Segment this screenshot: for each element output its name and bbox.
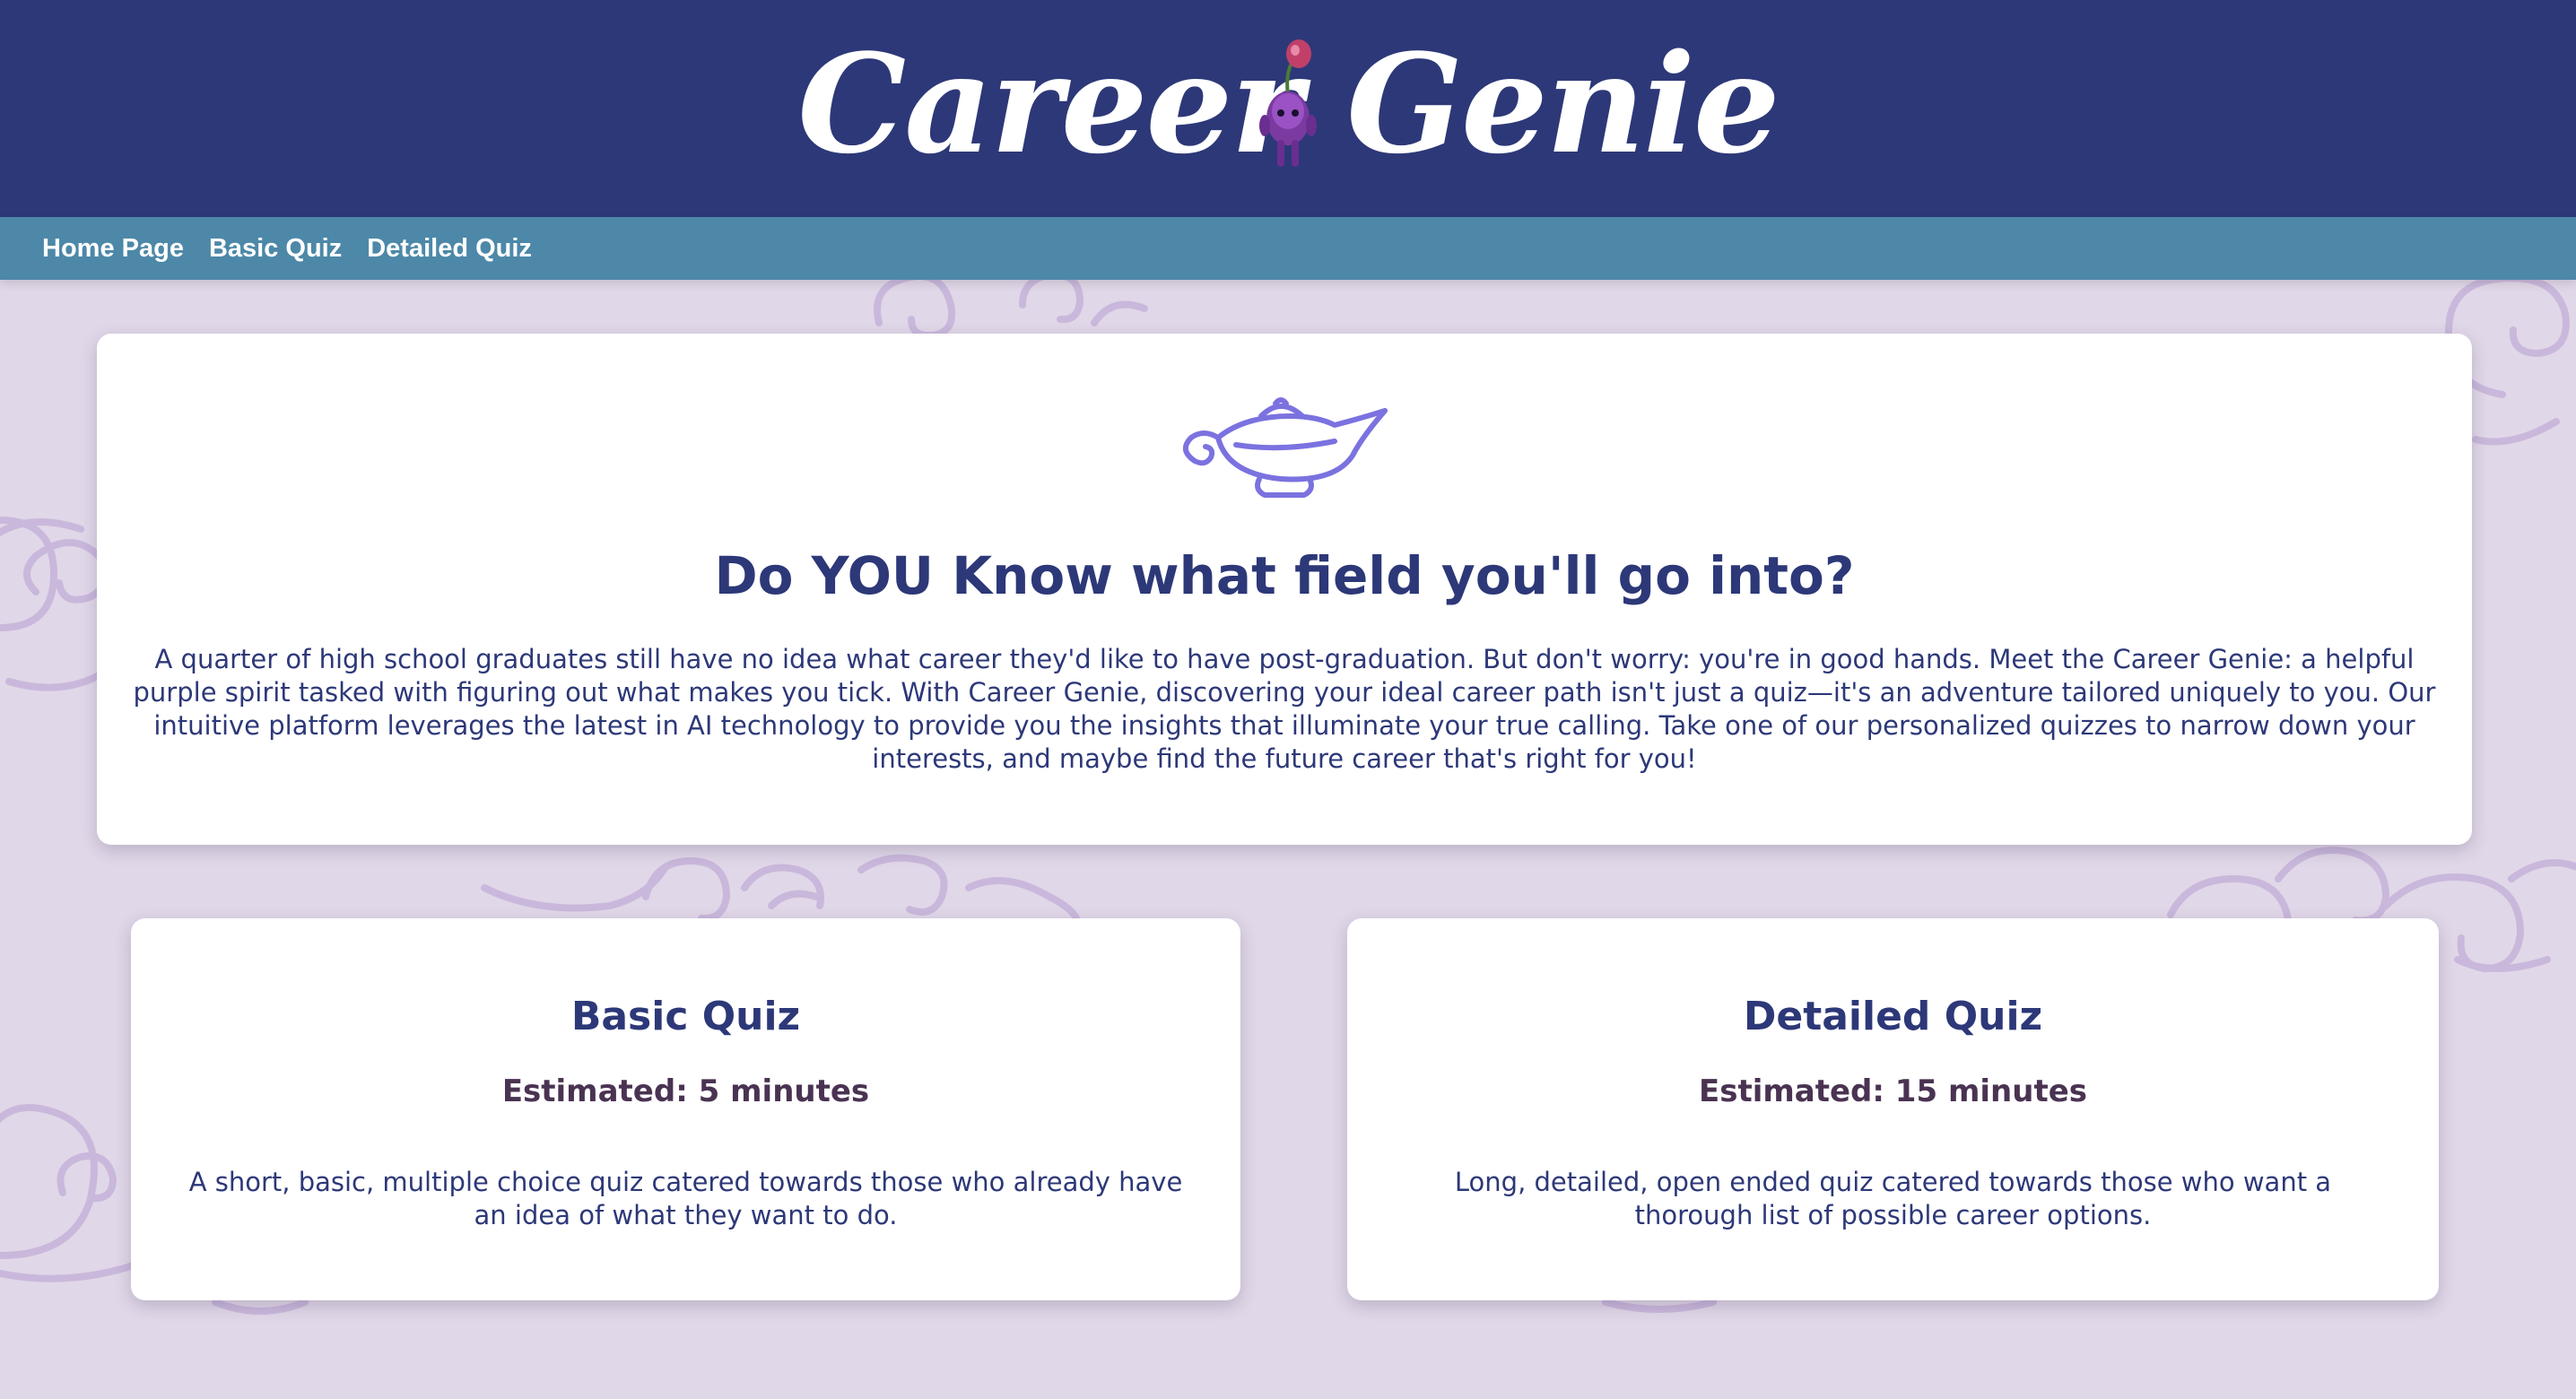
site-header: Career Genie xyxy=(0,0,2576,217)
basic-quiz-description: A short, basic, multiple choice quiz cat… xyxy=(188,1167,1183,1230)
main-nav: Home Page Basic Quiz Detailed Quiz xyxy=(0,217,2576,280)
hero-title: Do YOU Know what field you'll go into? xyxy=(714,545,1855,606)
hero-description: A quarter of high school graduates still… xyxy=(133,644,2436,774)
basic-quiz-time: Estimated: 5 minutes xyxy=(501,1073,870,1109)
nav-item-home[interactable]: Home Page xyxy=(42,234,184,264)
detailed-quiz-description: Long, detailed, open ended quiz catered … xyxy=(1454,1167,2332,1230)
detailed-quiz-time: Estimated: 15 minutes xyxy=(1698,1073,2088,1109)
site-logo[interactable]: Career Genie xyxy=(0,0,2576,217)
basic-quiz-title: Basic Quiz xyxy=(570,994,801,1039)
nav-item-detailed-quiz[interactable]: Detailed Quiz xyxy=(367,234,532,264)
nav-item-basic-quiz[interactable]: Basic Quiz xyxy=(209,234,342,264)
genie-mascot-icon xyxy=(1259,39,1317,167)
genie-lamp-icon xyxy=(1183,397,1388,498)
basic-quiz-card[interactable]: Basic Quiz Estimated: 5 minutes A short,… xyxy=(131,918,1240,1300)
detailed-quiz-card[interactable]: Detailed Quiz Estimated: 15 minutes Long… xyxy=(1347,918,2439,1300)
hero-card: Do YOU Know what field you'll go into? A… xyxy=(97,334,2472,845)
detailed-quiz-title: Detailed Quiz xyxy=(1743,994,2043,1039)
